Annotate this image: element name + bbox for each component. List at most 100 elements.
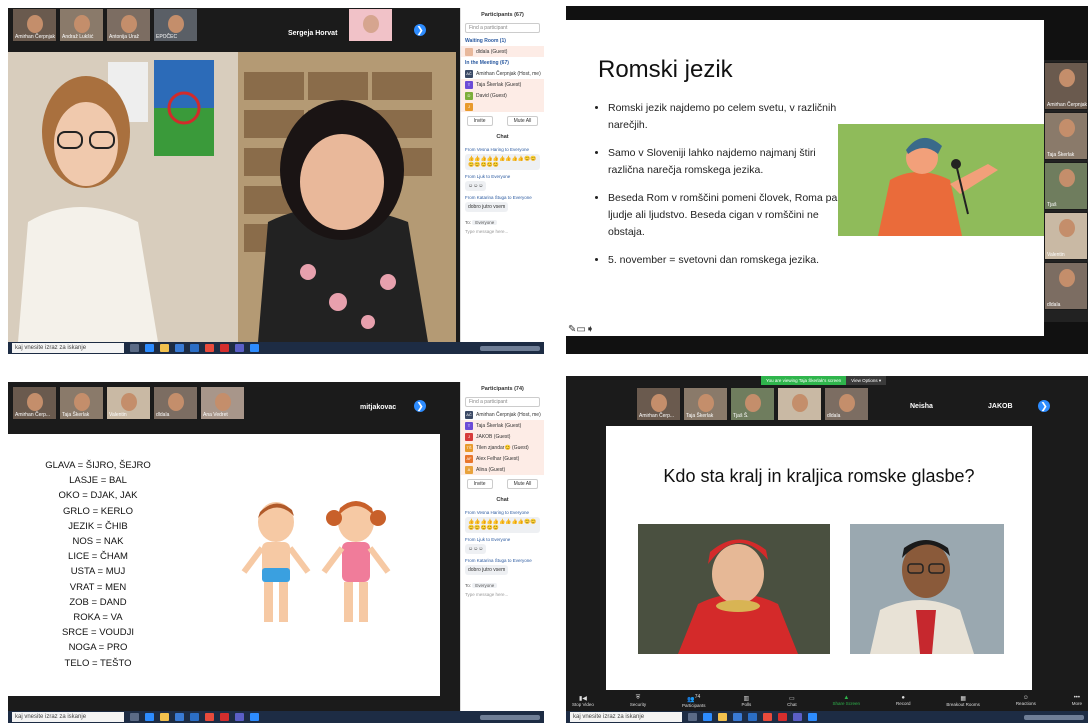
edge-icon[interactable] [703, 713, 712, 721]
chat-message: dobro jutro vsem [465, 565, 509, 575]
chat-sender: From Ljuk to Everyone [465, 174, 511, 179]
chat-message: 👍👍👍👍👍👍👍👍👍😊😊😊😊😊😊😊 [465, 154, 540, 170]
vocab-list: GLAVA = ŠIJRO, ŠEJRO LASJE = BAL OKO = D… [8, 458, 188, 671]
chat-button[interactable]: ▭ Chat [787, 695, 797, 707]
zoom-icon[interactable] [250, 344, 259, 352]
thumbnail-tile[interactable]: dldala [1044, 262, 1088, 310]
mail-icon[interactable] [190, 713, 199, 721]
thumbnail-tile[interactable]: Valentin [1044, 212, 1088, 260]
participant-tile-pink[interactable] [348, 8, 393, 42]
name-tile-jakob[interactable]: JAKOB [988, 403, 1013, 410]
recipient-select[interactable]: Everyone [472, 220, 498, 225]
store-icon[interactable] [175, 344, 184, 352]
folder-icon[interactable] [160, 344, 169, 352]
participant-row[interactable]: AČ Amirhan Čerpnjak (Host, me) [461, 68, 544, 79]
invite-button[interactable]: Invite [466, 479, 493, 489]
participant-row[interactable]: A Alina (Guest) [461, 464, 544, 475]
participant-tile[interactable]: Valentin [106, 386, 151, 420]
task-view-icon[interactable] [688, 713, 697, 721]
more-button[interactable]: ••• More [1072, 695, 1082, 706]
participant-row[interactable]: D David (Guest) [461, 90, 544, 101]
chrome-icon[interactable] [763, 713, 772, 721]
chat-message: 👍👍👍👍👍👍👍👍👍😊😊😊😊😊😊😊 [465, 517, 540, 533]
participant-tile[interactable]: Andraž Lukšić [59, 8, 104, 42]
app-icon[interactable] [778, 713, 787, 721]
next-page-button[interactable]: ❯ [414, 24, 426, 36]
chat-message: ☺☺☺ [465, 544, 487, 554]
mail-icon[interactable] [748, 713, 757, 721]
participant-tile[interactable]: Amirhan Čerpnjak [12, 8, 57, 42]
avatar: T [465, 421, 473, 430]
mute-all-button[interactable]: Mute All [506, 116, 539, 126]
video-scene [8, 52, 456, 342]
mute-all-button[interactable]: Mute All [506, 479, 539, 489]
participant-tile[interactable]: Antonija Uraž [106, 8, 151, 42]
participant-tile[interactable]: Amirhan Čerp... [636, 387, 681, 421]
chat-message-input[interactable]: Type message here... [465, 592, 540, 597]
participant-row[interactable]: T Taja Škerlak (Guest) [461, 79, 544, 90]
participant-tile[interactable]: dldala [153, 386, 198, 420]
participant-tile[interactable]: Taja Škerlak [683, 387, 728, 421]
stop-video-button[interactable]: ▮◀ Stop Video [572, 695, 594, 707]
next-page-button[interactable]: ❯ [414, 400, 426, 412]
participant-row[interactable]: AF Alex Felhar (Guest) [461, 453, 544, 464]
vocab-item: JEZIK = ČHIB [68, 520, 128, 532]
invite-button[interactable]: Invite [466, 116, 493, 126]
security-button[interactable]: ⛨ Security [630, 695, 646, 707]
participant-tile[interactable]: Ana Vedret [200, 386, 245, 420]
participant-search-input[interactable]: Find a participant [465, 397, 540, 407]
taskbar-search-input[interactable]: kaj vnesite izraz za iskanje [12, 343, 124, 353]
chat-message-input[interactable]: Type message here... [465, 229, 540, 234]
edge-icon[interactable] [145, 344, 154, 352]
store-icon[interactable] [175, 713, 184, 721]
share-screen-button[interactable]: ▲ Share Screen [833, 695, 861, 706]
participant-row[interactable]: T Taja Škerlak (Guest) [461, 420, 544, 431]
participant-row[interactable]: J [461, 101, 544, 112]
name-tile-neisha[interactable]: Neisha [910, 403, 933, 410]
participant-tile[interactable]: Amirhan Čerp... [12, 386, 57, 420]
view-options-button[interactable]: View Options ▾ [846, 376, 887, 385]
thumbnail-tile[interactable]: Tjaš [1044, 162, 1088, 210]
participant-tile[interactable]: Taja Škerlak [59, 386, 104, 420]
mail-icon[interactable] [190, 344, 199, 352]
zoom-icon[interactable] [250, 713, 259, 721]
participants-button[interactable]: 👥74 Participants [682, 694, 706, 708]
reactions-button[interactable]: ☺ Reactions [1016, 695, 1036, 706]
teams-icon[interactable] [235, 344, 244, 352]
thumbnail-tile[interactable]: Amirhan Čerpnjak [1044, 62, 1088, 110]
store-icon[interactable] [733, 713, 742, 721]
participant-row[interactable]: AČ Amirhan Čerpnjak (Host, me) [461, 409, 544, 420]
chrome-icon[interactable] [205, 344, 214, 352]
breakout-rooms-button[interactable]: ▦ Breakout Rooms [946, 695, 980, 707]
teams-icon[interactable] [793, 713, 802, 721]
girl-figure [321, 501, 391, 622]
waiting-participant-row[interactable]: dldala (Guest) [461, 46, 544, 57]
participant-tile[interactable]: Tjaš Š. [730, 387, 775, 421]
edge-icon[interactable] [145, 713, 154, 721]
recipient-select[interactable]: Everyone [472, 583, 498, 588]
thumbnail-tile[interactable]: Taja Škerlak [1044, 112, 1088, 160]
participant-tile[interactable]: EPOČEC [153, 8, 198, 42]
participant-strip: Amirhan Čerpnjak Andraž Lukšić Antonija … [12, 8, 198, 48]
participant-row[interactable]: TŠ Tilen zjandar😊 (Guest) [461, 442, 544, 453]
participant-search-input[interactable]: Find a participant [465, 23, 540, 33]
annotate-tools[interactable]: ✎▭➧ [568, 324, 594, 335]
app-icon[interactable] [220, 344, 229, 352]
chat-message: dobro jutro vsem [465, 202, 509, 212]
teams-icon[interactable] [235, 713, 244, 721]
participant-row[interactable]: J JAKOB (Guest) [461, 431, 544, 442]
folder-icon[interactable] [160, 713, 169, 721]
next-page-button[interactable]: ❯ [1038, 400, 1050, 412]
task-view-icon[interactable] [130, 344, 139, 352]
taskbar-search-input[interactable]: kaj vnesite izraz za iskanje [12, 712, 124, 722]
app-icon[interactable] [220, 713, 229, 721]
task-view-icon[interactable] [130, 713, 139, 721]
record-button[interactable]: ● Record [896, 695, 911, 706]
chrome-icon[interactable] [205, 713, 214, 721]
participant-tile[interactable]: dldala [824, 387, 869, 421]
zoom-icon[interactable] [808, 713, 817, 721]
taskbar-search-input[interactable]: kaj vnesite izraz za iskanje [570, 712, 682, 722]
polls-button[interactable]: ▥ Polls [741, 695, 751, 707]
folder-icon[interactable] [718, 713, 727, 721]
participant-tile[interactable] [777, 387, 822, 421]
